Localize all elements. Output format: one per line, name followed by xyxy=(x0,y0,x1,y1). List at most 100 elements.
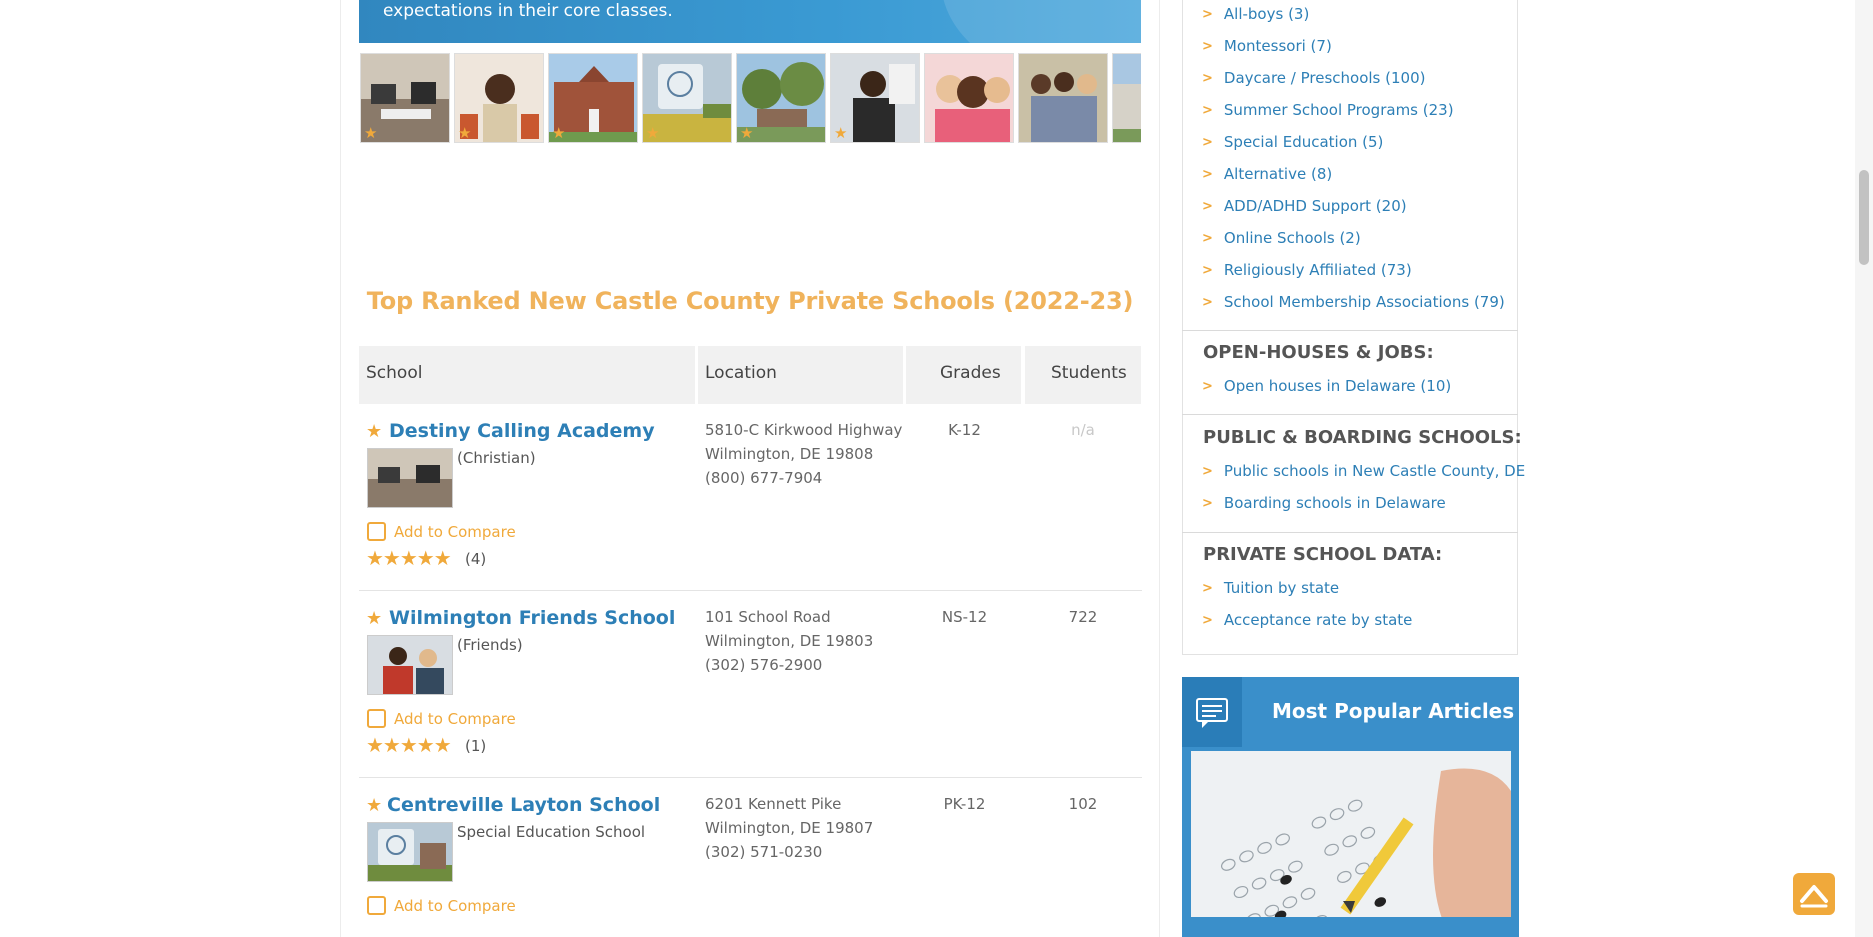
photo-gallery: ★ ★ ★ ★ ★ ★ xyxy=(360,53,1141,143)
add-to-compare-checkbox[interactable]: Add to Compare xyxy=(367,709,516,728)
grades-cell: K-12 xyxy=(948,421,981,439)
column-header-label: Students xyxy=(1051,363,1127,383)
chevron-up-icon xyxy=(1800,885,1828,908)
chevron-right-icon: > xyxy=(1202,230,1213,246)
featured-banner[interactable]: expectations in their core classes. xyxy=(359,0,1141,43)
sidebar-link-daycare[interactable]: > Daycare / Preschools (100) xyxy=(1202,69,1425,87)
column-header-label: Grades xyxy=(940,363,1001,383)
chevron-right-icon: > xyxy=(1202,102,1213,118)
chat-icon xyxy=(1182,677,1242,747)
compare-label: Add to Compare xyxy=(394,709,516,728)
school-photo[interactable] xyxy=(367,635,453,695)
sidebar-link-open-houses[interactable]: > Open houses in Delaware (10) xyxy=(1202,377,1451,395)
add-to-compare-checkbox[interactable]: Add to Compare xyxy=(367,522,516,541)
students-cell: 722 xyxy=(1068,608,1098,626)
sidebar-link-alternative[interactable]: > Alternative (8) xyxy=(1202,165,1332,183)
gallery-thumbnail[interactable]: ★ xyxy=(736,53,826,143)
rating-stars: ★★★★★ xyxy=(366,546,452,570)
gallery-thumbnail[interactable]: ★ xyxy=(642,53,732,143)
school-address: 6201 Kennett Pike Wilmington, DE 19807 (… xyxy=(705,792,873,864)
chevron-right-icon: > xyxy=(1202,580,1213,596)
grades-cell: PK-12 xyxy=(943,795,986,813)
chevron-right-icon: > xyxy=(1202,38,1213,54)
school-type: (Friends) xyxy=(457,636,523,654)
add-to-compare-checkbox[interactable]: Add to Compare xyxy=(367,896,516,915)
sidebar-link-all-boys[interactable]: > All-boys (3) xyxy=(1202,5,1309,23)
column-header-location[interactable]: Location xyxy=(698,346,903,404)
gallery-thumbnail[interactable]: ★ xyxy=(360,53,450,143)
school-address: 101 School Road Wilmington, DE 19803 (30… xyxy=(705,605,873,677)
school-photo[interactable] xyxy=(367,448,453,508)
school-address: 5810-C Kirkwood Highway Wilmington, DE 1… xyxy=(705,418,902,490)
building-photo xyxy=(1113,54,1141,142)
chevron-right-icon: > xyxy=(1202,495,1213,511)
sidebar-link-boarding-schools[interactable]: > Boarding schools in Delaware xyxy=(1202,494,1446,512)
school-photo[interactable] xyxy=(367,822,453,882)
students-cell: n/a xyxy=(1071,421,1095,439)
sidebar-link-adhd[interactable]: > ADD/ADHD Support (20) xyxy=(1202,197,1407,215)
sidebar-divider xyxy=(1182,414,1518,415)
compare-label: Add to Compare xyxy=(394,522,516,541)
gallery-thumbnail[interactable] xyxy=(1112,53,1141,143)
chevron-right-icon: > xyxy=(1202,612,1213,628)
sidebar-link-online[interactable]: > Online Schools (2) xyxy=(1202,229,1361,247)
page-scrollbar[interactable] xyxy=(1855,0,1873,937)
checkbox-icon xyxy=(367,709,386,728)
students-outside-photo xyxy=(1019,54,1107,142)
sidebar-heading-public-boarding: PUBLIC & BOARDING SCHOOLS: xyxy=(1203,427,1522,448)
school-name-link[interactable]: Wilmington Friends School xyxy=(389,607,675,629)
students-cell: 102 xyxy=(1068,795,1098,813)
gallery-thumbnail[interactable]: ★ xyxy=(548,53,638,143)
sidebar-heading-private-data: PRIVATE SCHOOL DATA: xyxy=(1203,544,1443,565)
star-icon: ★ xyxy=(366,608,383,629)
sidebar-link-montessori[interactable]: > Montessori (7) xyxy=(1202,37,1332,55)
phone-number: (302) 576-2900 xyxy=(705,656,823,674)
sidebar-link-public-schools[interactable]: > Public schools in New Castle County, DE xyxy=(1202,462,1525,480)
kids-smiling-photo xyxy=(925,54,1013,142)
chevron-right-icon: > xyxy=(1202,134,1213,150)
star-icon: ★ xyxy=(740,124,754,142)
chevron-right-icon: > xyxy=(1202,166,1213,182)
sidebar-divider xyxy=(1182,330,1518,331)
rating-stars: ★★★★★ xyxy=(366,733,452,757)
gallery-thumbnail[interactable]: ★ xyxy=(830,53,920,143)
chevron-right-icon: > xyxy=(1202,70,1213,86)
rating-count: (4) xyxy=(465,550,487,568)
column-header-school[interactable]: School xyxy=(359,346,695,404)
column-header-label: School xyxy=(366,363,423,383)
chevron-right-icon: > xyxy=(1202,294,1213,310)
star-icon: ★ xyxy=(458,124,472,142)
popular-articles-title: Most Popular Articles xyxy=(1272,699,1515,723)
banner-text: expectations in their core classes. xyxy=(383,1,673,21)
star-icon: ★ xyxy=(364,124,378,142)
scrollbar-thumb[interactable] xyxy=(1859,170,1869,265)
gallery-thumbnail[interactable] xyxy=(924,53,1014,143)
school-name-link[interactable]: Centreville Layton School xyxy=(387,794,660,816)
star-icon: ★ xyxy=(366,421,383,442)
back-to-top-button[interactable] xyxy=(1793,873,1835,915)
article-image[interactable] xyxy=(1191,751,1511,937)
chevron-right-icon: > xyxy=(1202,6,1213,22)
rating-count: (1) xyxy=(465,737,487,755)
star-icon: ★ xyxy=(646,124,660,142)
school-type: (Christian) xyxy=(457,449,536,467)
sidebar-link-membership[interactable]: > School Membership Associations (79) xyxy=(1202,293,1505,311)
banner-decoration xyxy=(941,0,1141,43)
gallery-thumbnail[interactable]: ★ xyxy=(454,53,544,143)
row-divider xyxy=(359,590,1142,591)
sidebar-link-special-education[interactable]: > Special Education (5) xyxy=(1202,133,1383,151)
sidebar-link-summer[interactable]: > Summer School Programs (23) xyxy=(1202,101,1454,119)
section-title: Top Ranked New Castle County Private Sch… xyxy=(366,287,1134,315)
sidebar-divider xyxy=(1182,532,1518,533)
sidebar-link-religious[interactable]: > Religiously Affiliated (73) xyxy=(1202,261,1412,279)
sidebar-link-acceptance-rate[interactable]: > Acceptance rate by state xyxy=(1202,611,1412,629)
phone-number: (302) 571-0230 xyxy=(705,843,823,861)
chevron-right-icon: > xyxy=(1202,378,1213,394)
school-name-link[interactable]: Destiny Calling Academy xyxy=(389,420,655,442)
sidebar-heading-open-houses: OPEN-HOUSES & JOBS: xyxy=(1203,342,1434,363)
column-header-grades[interactable]: Grades xyxy=(906,346,1021,404)
column-header-students[interactable]: Students xyxy=(1025,346,1141,404)
chevron-right-icon: > xyxy=(1202,198,1213,214)
sidebar-link-tuition[interactable]: > Tuition by state xyxy=(1202,579,1339,597)
gallery-thumbnail[interactable] xyxy=(1018,53,1108,143)
